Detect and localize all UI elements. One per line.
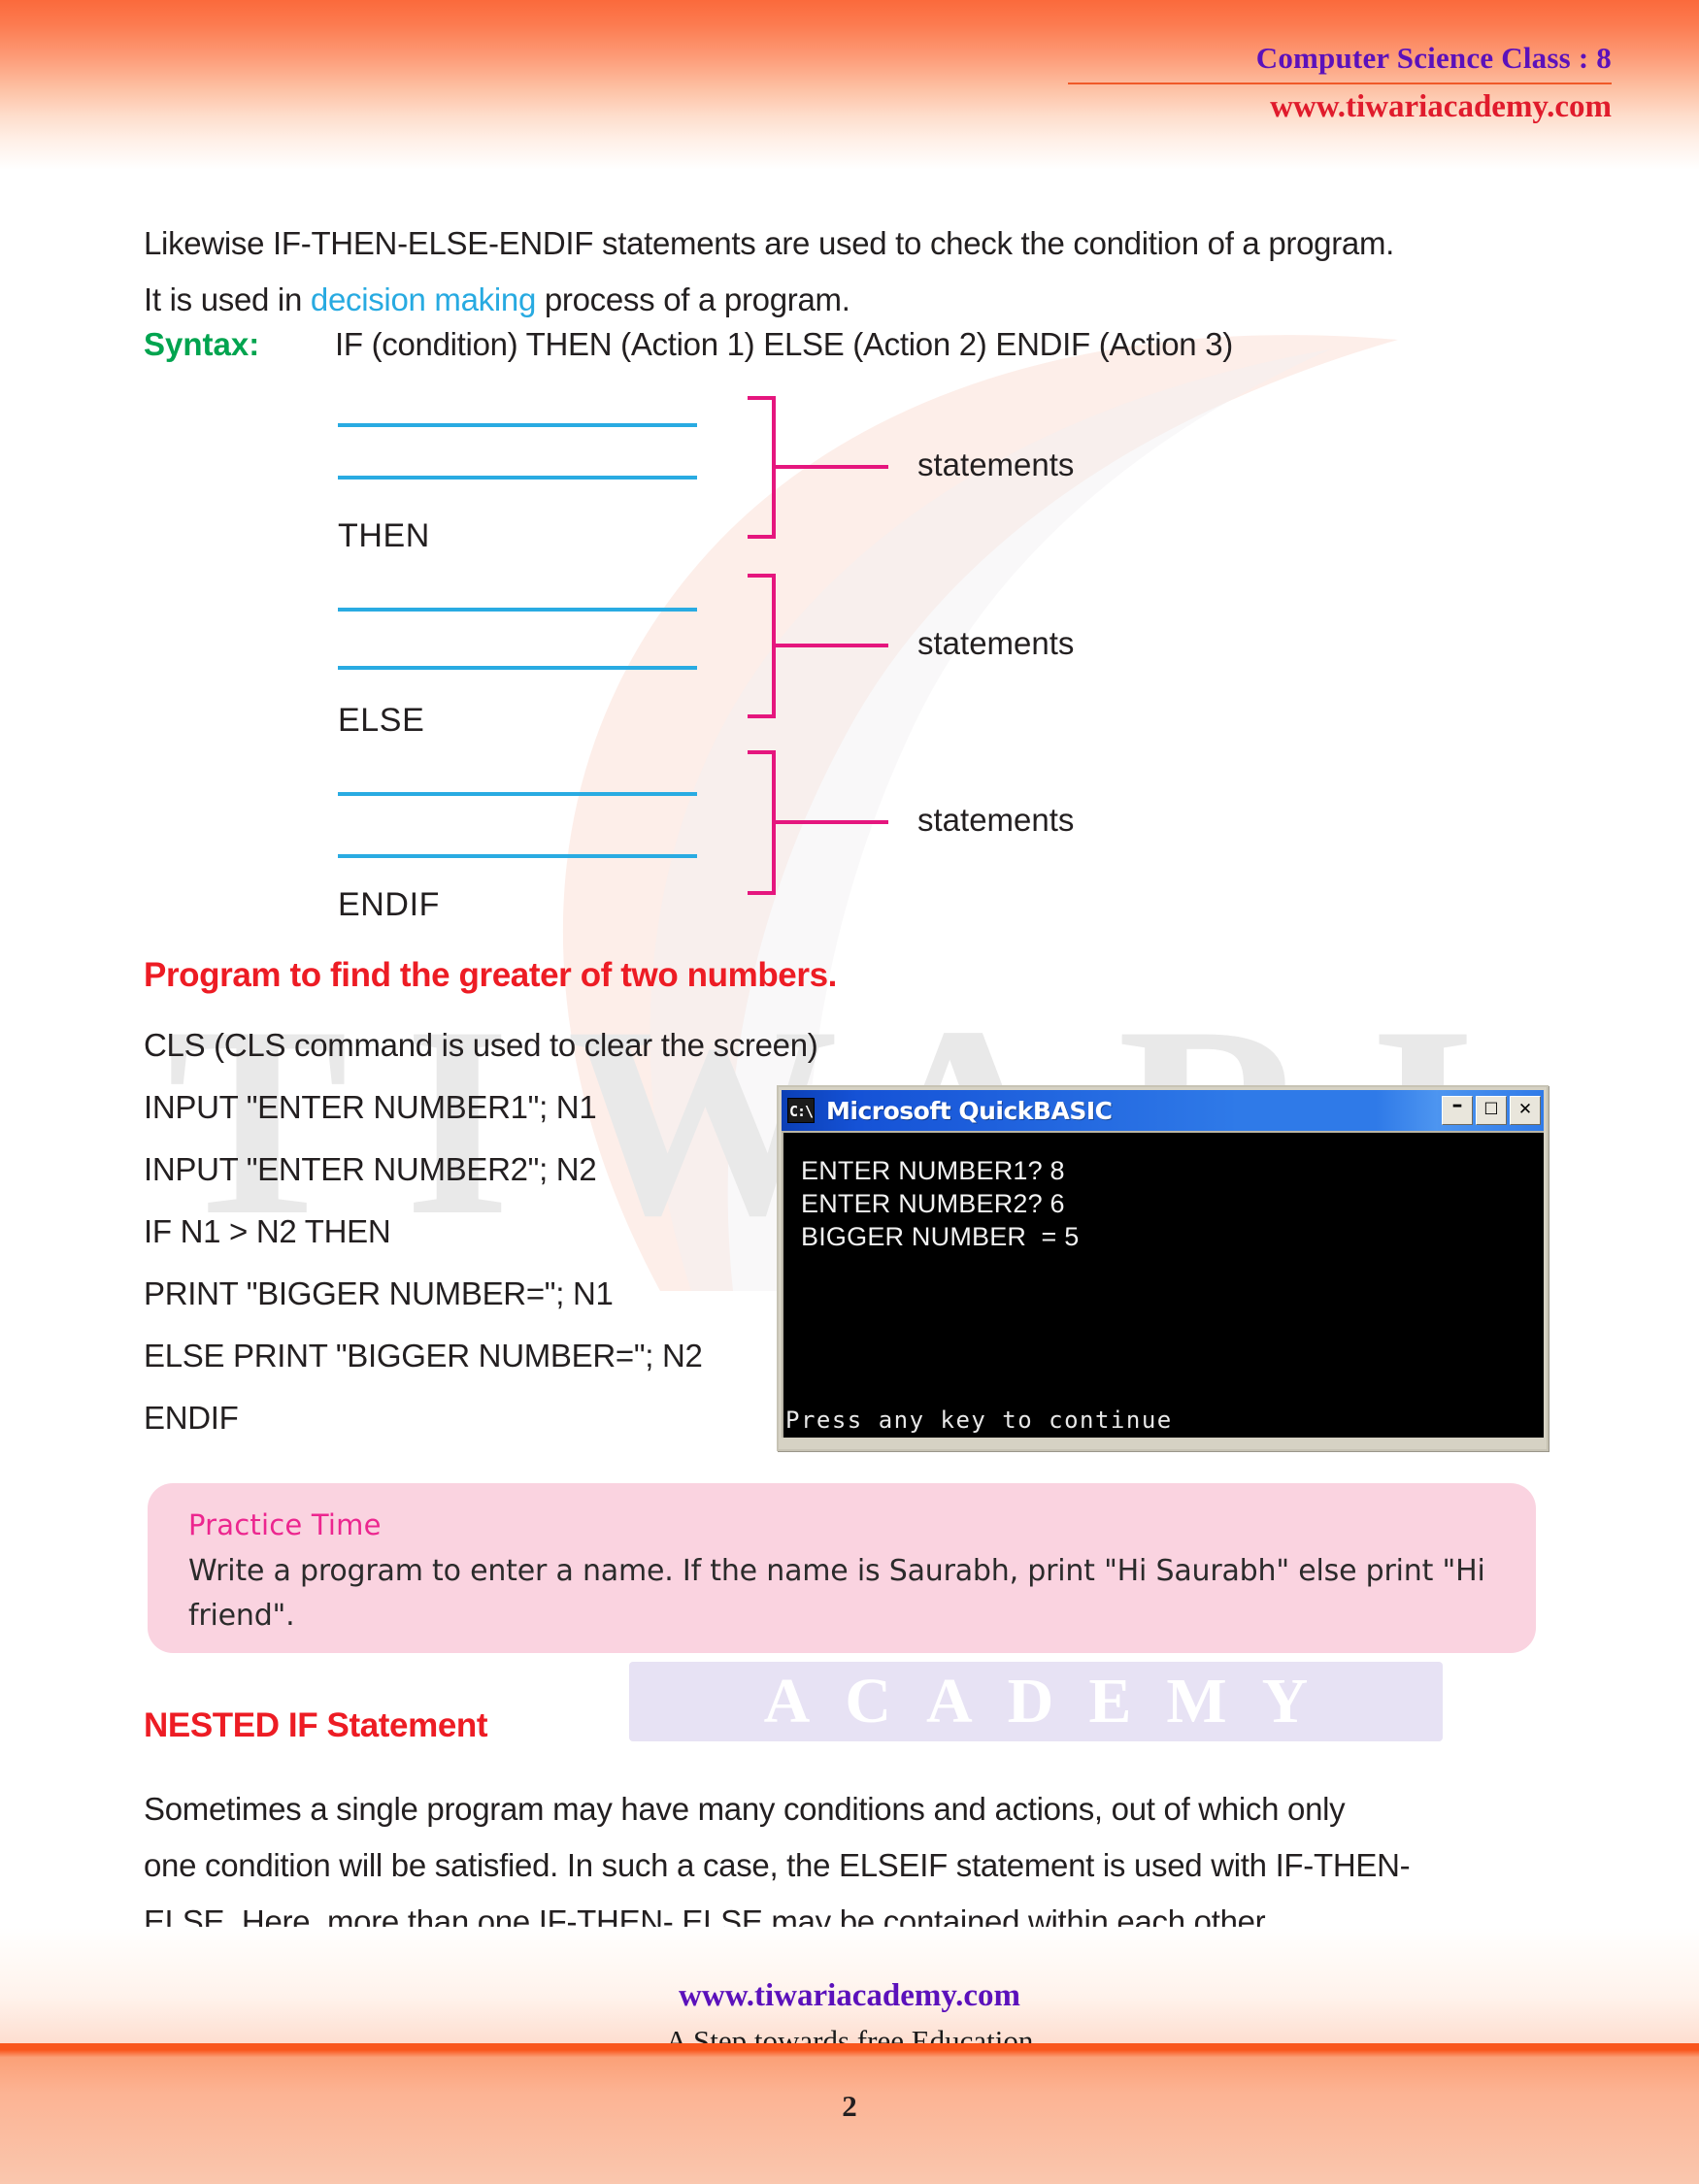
minimize-icon: – [1451, 1093, 1463, 1117]
intro-line-2-prefix: It is used in [144, 281, 311, 317]
header-title: Computer Science Class : 8 [1255, 41, 1612, 75]
academy-watermark-text: ACADEMY [763, 1666, 1344, 1737]
statements-label-3: statements [917, 802, 1075, 838]
maximize-button[interactable]: ☐ [1476, 1096, 1507, 1125]
code-line-cls: CLS (CLS command is used to clear the sc… [144, 1027, 818, 1063]
code-line-input1: INPUT "ENTER NUMBER1"; N1 [144, 1089, 597, 1125]
practice-time-box: Practice Time Write a program to enter a… [148, 1483, 1536, 1653]
close-icon: ✕ [1517, 1100, 1533, 1119]
nested-line-1: Sometimes a single program may have many… [144, 1791, 1346, 1827]
intro-line-1: Likewise IF-THEN-ELSE-ENDIF statements a… [144, 215, 1561, 272]
console-icon: C:\ [787, 1098, 815, 1123]
quickbasic-title-bar[interactable]: C:\ Microsoft QuickBASIC – ☐ ✕ [782, 1090, 1544, 1131]
header-website[interactable]: www.tiwariacademy.com [1068, 89, 1612, 125]
nested-if-heading: NESTED IF Statement [144, 1706, 488, 1744]
syntax-label: Syntax: [144, 326, 260, 362]
header-divider [1068, 83, 1612, 84]
intro-line-2: It is used in decision making process of… [144, 272, 1561, 328]
quickbasic-console-screen[interactable]: ENTER NUMBER1? 8 ENTER NUMBER2? 6 BIGGER… [782, 1131, 1544, 1438]
statements-label-2: statements [917, 625, 1075, 661]
console-output: ENTER NUMBER1? 8 ENTER NUMBER2? 6 BIGGER… [801, 1156, 1080, 1251]
academy-watermark-band [629, 1662, 1443, 1741]
minimize-button[interactable]: – [1442, 1093, 1473, 1125]
code-line-print: PRINT "BIGGER NUMBER="; N1 [144, 1275, 614, 1311]
code-line-if: IF N1 > N2 THEN [144, 1213, 391, 1249]
document-page: TIWARI ACADEMY Computer Science Class : … [0, 0, 1699, 2184]
nested-line-2: one condition will be satisfied. In such… [144, 1847, 1411, 1883]
practice-time-title: Practice Time [188, 1508, 382, 1541]
close-button[interactable]: ✕ [1510, 1096, 1541, 1125]
keyword-else: ELSE [338, 702, 425, 739]
keyword-endif: ENDIF [338, 886, 440, 923]
maximize-icon: ☐ [1483, 1100, 1499, 1119]
window-controls[interactable]: – ☐ ✕ [1442, 1093, 1541, 1125]
practice-time-body: Write a program to enter a name. If the … [188, 1554, 1485, 1633]
quickbasic-window[interactable]: C:\ Microsoft QuickBASIC – ☐ ✕ ENTER NUM… [777, 1085, 1549, 1451]
syntax-statement: IF (condition) THEN (Action 1) ELSE (Act… [335, 326, 1233, 362]
statements-label-1: statements [917, 447, 1075, 482]
page-number: 2 [842, 2089, 857, 2123]
intro-line-1-text: Likewise IF-THEN-ELSE-ENDIF statements a… [144, 225, 1395, 261]
intro-line-2-suffix: process of a program. [536, 281, 850, 317]
code-line-endif: ENDIF [144, 1400, 239, 1436]
program-heading: Program to find the greater of two numbe… [144, 956, 837, 994]
quickbasic-title: Microsoft QuickBASIC [826, 1096, 1113, 1125]
footer-website[interactable]: www.tiwariacademy.com [0, 1978, 1699, 2014]
code-line-input2: INPUT "ENTER NUMBER2"; N2 [144, 1151, 597, 1187]
console-prompt: Press any key to continue [785, 1406, 1173, 1434]
keyword-then: THEN [338, 517, 430, 554]
decision-making-highlight: decision making [310, 281, 537, 317]
code-line-else-print: ELSE PRINT "BIGGER NUMBER="; N2 [144, 1338, 703, 1373]
page-header: Computer Science Class : 8 www.tiwariaca… [1068, 41, 1612, 125]
